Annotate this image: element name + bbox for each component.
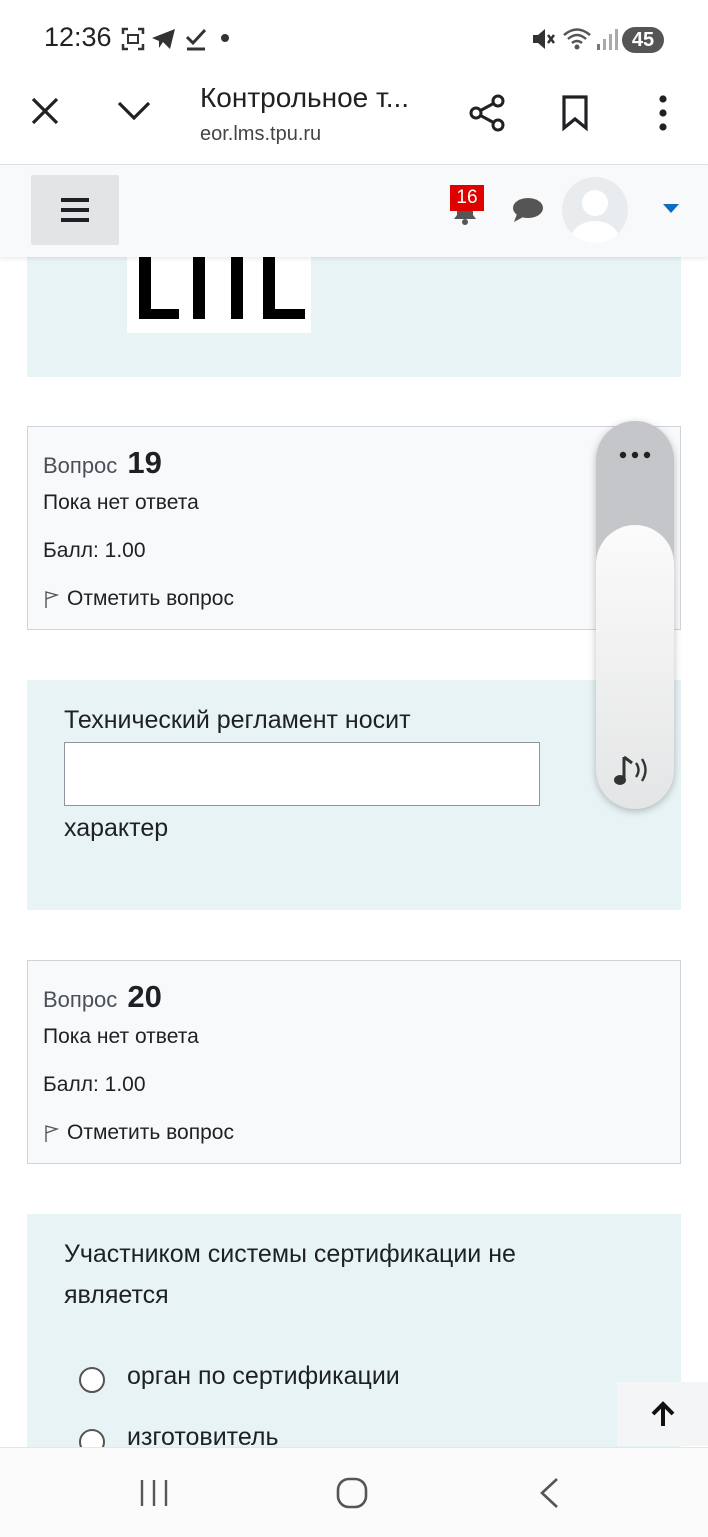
dot-icon [221,34,229,42]
question-text-after: характер [64,814,169,842]
music-volume-icon [614,755,647,785]
system-navigation-bar [0,1447,708,1537]
share-icon[interactable] [468,94,506,132]
download-done-icon [185,28,207,51]
hamburger-icon [61,198,89,222]
avatar[interactable] [562,177,628,243]
media-volume-panel[interactable] [596,421,674,809]
chevron-down-icon[interactable] [116,100,152,122]
flag-icon [45,1125,59,1142]
arrow-up-icon [651,1401,674,1426]
question-number: 20 [127,979,162,1014]
previous-answer-block [27,251,681,377]
radio-option-1[interactable] [79,1367,105,1393]
menu-button[interactable] [31,175,119,245]
question-grade: Балл: 1.00 [43,539,146,562]
question-text-before: Технический регламент носит [64,706,411,734]
site-navbar: 16 [0,165,708,257]
status-time: 12:36 [44,22,112,52]
notification-badge[interactable]: 16 [450,185,484,211]
more-vert-icon[interactable] [656,94,670,132]
caret-down-icon[interactable] [662,202,680,214]
question-number-label: Вопрос 20 [43,979,162,1014]
question-state: Пока нет ответа [43,491,199,514]
browser-toolbar: Контрольное т... eor.lms.tpu.ru [0,76,708,165]
question-19-info: Вопрос 19 Пока нет ответа Балл: 1.00 Отм… [27,426,681,630]
screenshot-icon [121,27,145,51]
home-icon[interactable] [336,1477,368,1509]
mute-icon [533,29,555,49]
battery-indicator: 45 [622,27,664,53]
chat-icon[interactable] [511,196,545,224]
bookmark-icon[interactable] [560,94,590,132]
signal-icon [597,29,618,50]
question-state: Пока нет ответа [43,1025,199,1048]
question-text: Участником системы сертификации не являе… [64,1240,516,1309]
question-number-label: Вопрос 19 [43,445,162,480]
recent-apps-icon[interactable] [138,1478,170,1508]
back-icon[interactable] [538,1477,560,1509]
volume-slider[interactable] [596,525,674,809]
more-horiz-icon[interactable] [618,450,652,460]
flag-question-link[interactable]: Отметить вопрос [43,587,234,611]
question-20-info: Вопрос 20 Пока нет ответа Балл: 1.00 Отм… [27,960,681,1164]
question-image [127,251,311,333]
user-silhouette-icon [571,190,619,243]
answer-input[interactable] [64,742,540,806]
flag-question-link[interactable]: Отметить вопрос [43,1121,234,1145]
wifi-icon [563,28,591,50]
tab-title: Контрольное т... [200,82,410,113]
option-label-1[interactable]: орган по сертификации [127,1362,400,1391]
image-graphic [139,251,305,319]
close-icon[interactable] [30,96,60,126]
question-number: 19 [127,445,162,480]
telegram-icon [152,29,175,49]
back-to-top-button[interactable] [617,1382,708,1446]
question-grade: Балл: 1.00 [43,1073,146,1096]
flag-icon [45,591,59,608]
status-bar: 12:36 45 [0,0,708,76]
page-url[interactable]: eor.lms.tpu.ru [200,123,321,146]
